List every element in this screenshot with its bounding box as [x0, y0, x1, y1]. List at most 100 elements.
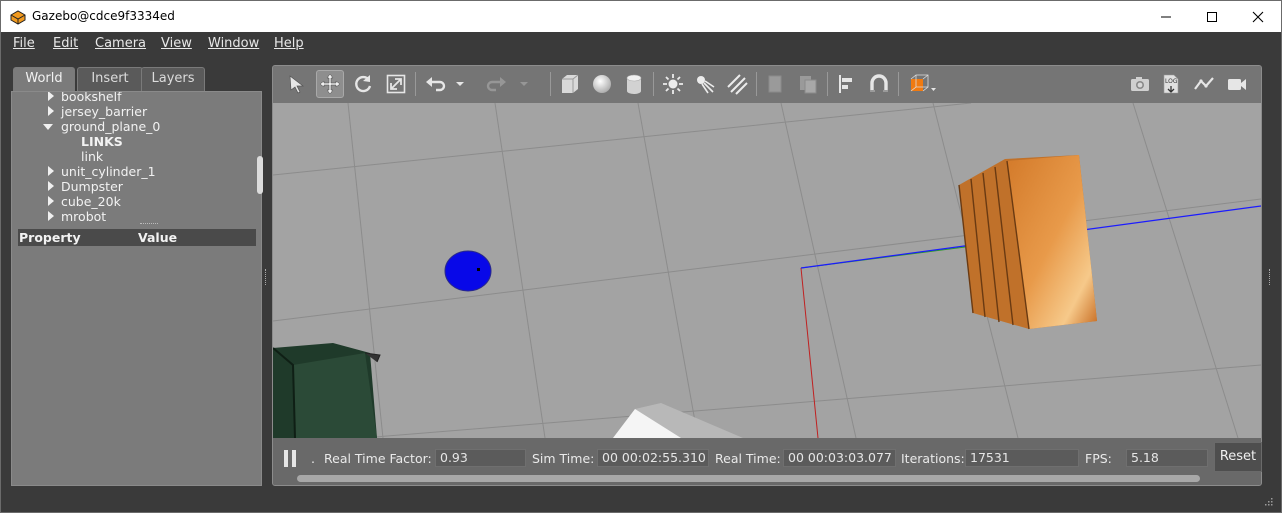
chevron-down-icon — [456, 82, 464, 86]
box-icon — [562, 74, 579, 93]
scale-icon — [386, 74, 406, 94]
menu-window[interactable]: Window — [208, 36, 259, 51]
box-shape-button[interactable] — [556, 70, 584, 98]
real-time-factor-label: Real Time Factor: — [324, 451, 432, 466]
redo-icon — [486, 77, 506, 92]
value-column-header: Value — [138, 230, 178, 245]
rotate-tool-button[interactable] — [349, 70, 377, 98]
iterations-label: Iterations: — [901, 451, 965, 466]
snap-button[interactable] — [865, 70, 893, 98]
expand-arrow-icon[interactable] — [48, 181, 54, 191]
property-table-header: Property Value — [18, 229, 256, 246]
maximize-button[interactable] — [1189, 1, 1235, 32]
gazebo-logo-icon — [10, 10, 26, 25]
close-button[interactable] — [1235, 1, 1281, 32]
right-splitter-handle[interactable] — [1269, 269, 1271, 285]
camera-icon — [1131, 77, 1149, 91]
real-time-label: Real Time: — [715, 451, 781, 466]
menu-file[interactable]: File — [13, 36, 35, 51]
world-panel: bookshelf jersey_barrier ground_plane_0 … — [11, 91, 263, 486]
copy-icon — [768, 75, 782, 93]
paste-button[interactable] — [794, 70, 822, 98]
rotate-icon — [355, 75, 372, 93]
arrow-cursor-icon — [289, 75, 305, 94]
select-tool-button[interactable] — [283, 70, 311, 98]
horizontal-scrollbar[interactable] — [297, 475, 1200, 482]
copy-button[interactable] — [762, 70, 790, 98]
minimize-button[interactable] — [1143, 1, 1189, 32]
fps-label: FPS: — [1085, 451, 1112, 466]
tab-layers[interactable]: Layers — [141, 67, 205, 91]
window-title: Gazebo@cdce9f3334ed — [32, 9, 175, 23]
view-angle-button[interactable] — [904, 70, 940, 98]
plot-button[interactable] — [1190, 70, 1218, 98]
tree-item-link[interactable]: link — [81, 149, 103, 164]
iterations-field: 17531 — [965, 449, 1079, 467]
panel-splitter-handle[interactable] — [140, 223, 158, 226]
scene-canvas — [273, 103, 1261, 438]
collapse-arrow-icon[interactable] — [43, 124, 53, 130]
move-arrows-icon — [319, 73, 341, 95]
log-button[interactable]: LOG — [1157, 70, 1185, 98]
menu-view[interactable]: View — [161, 36, 192, 51]
render-toolbar: LOG — [273, 66, 1261, 103]
sphere-shape-button[interactable] — [588, 70, 616, 98]
minimize-icon — [1161, 16, 1171, 17]
menu-edit[interactable]: Edit — [53, 36, 78, 51]
svg-text:LOG: LOG — [1165, 78, 1178, 85]
undo-icon — [426, 77, 446, 92]
resize-grip-icon[interactable] — [1263, 496, 1273, 506]
menu-camera[interactable]: Camera — [95, 36, 146, 51]
expand-arrow-icon[interactable] — [48, 106, 54, 116]
sun-icon — [663, 74, 683, 94]
model-tree[interactable]: bookshelf jersey_barrier ground_plane_0 … — [12, 92, 247, 225]
redo-history-button[interactable] — [517, 70, 531, 98]
expand-arrow-icon[interactable] — [48, 92, 54, 101]
directional-light-button[interactable] — [723, 70, 751, 98]
pause-icon — [284, 450, 288, 467]
menu-bar: File Edit Camera View Window Help — [1, 32, 1281, 56]
menu-help[interactable]: Help — [274, 36, 304, 51]
undo-history-button[interactable] — [453, 70, 467, 98]
line-chart-icon — [1194, 77, 1214, 90]
gazebo-window: Gazebo@cdce9f3334ed File Edit Camera Vie… — [0, 0, 1282, 513]
spot-light-icon — [697, 76, 715, 94]
close-icon — [1252, 11, 1264, 22]
sim-time-label: Sim Time: — [532, 451, 595, 466]
real-time-factor-field: 0.93 — [435, 449, 526, 467]
3d-scene-view[interactable] — [273, 103, 1261, 438]
reset-button[interactable]: Reset — [1214, 442, 1262, 472]
left-splitter-handle[interactable] — [265, 269, 267, 285]
property-column-header: Property — [19, 230, 81, 245]
translate-tool-button[interactable] — [316, 70, 344, 98]
tree-scrollbar[interactable] — [257, 156, 263, 194]
render-panel: LOG . Real Time Factor: 0.93 Sim Time: 0… — [272, 65, 1262, 486]
tab-insert[interactable]: Insert — [77, 67, 143, 91]
directional-light-icon — [727, 74, 748, 95]
spot-light-button[interactable] — [691, 70, 719, 98]
maximize-icon — [1207, 11, 1217, 22]
video-record-button[interactable] — [1223, 70, 1251, 98]
undo-button[interactable] — [421, 70, 449, 98]
log-icon: LOG — [1163, 74, 1179, 94]
cylinder-shape-button[interactable] — [620, 70, 648, 98]
expand-arrow-icon[interactable] — [48, 166, 54, 176]
tab-world[interactable]: World — [13, 67, 75, 91]
align-button[interactable] — [833, 70, 861, 98]
title-bar[interactable]: Gazebo@cdce9f3334ed — [1, 1, 1281, 32]
paste-icon — [800, 76, 817, 94]
redo-button[interactable] — [483, 70, 511, 98]
sim-time-field: 00 00:02:55.310 — [597, 449, 709, 467]
expand-arrow-icon[interactable] — [48, 211, 54, 221]
screenshot-button[interactable] — [1126, 70, 1154, 98]
expand-arrow-icon[interactable] — [48, 196, 54, 206]
step-button[interactable]: . — [311, 451, 315, 466]
magnet-icon — [870, 74, 888, 92]
pause-button[interactable] — [284, 450, 300, 467]
scale-tool-button[interactable] — [382, 70, 410, 98]
chevron-down-icon — [520, 82, 528, 86]
point-light-button[interactable] — [659, 70, 687, 98]
tree-item-links-header[interactable]: LINKS — [81, 134, 123, 149]
fps-field: 5.18 — [1126, 449, 1208, 467]
simulation-status-bar: . Real Time Factor: 0.93 Sim Time: 00 00… — [273, 438, 1261, 485]
